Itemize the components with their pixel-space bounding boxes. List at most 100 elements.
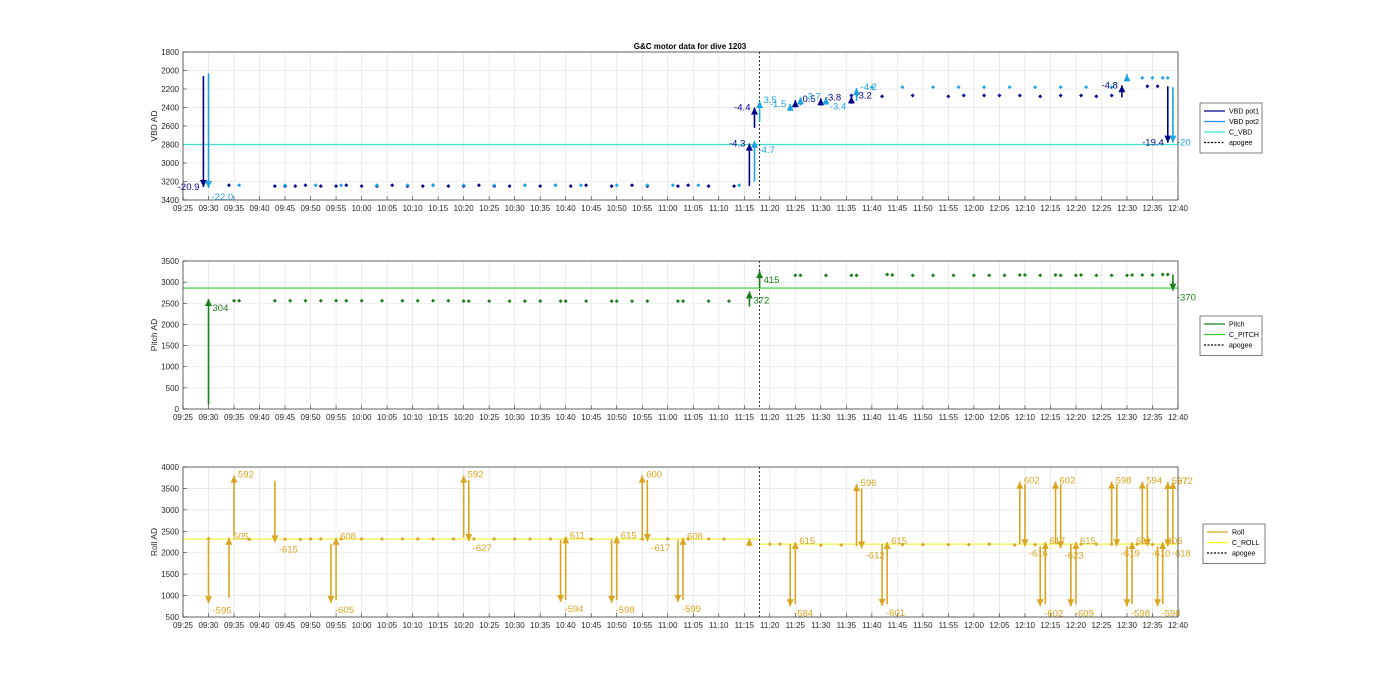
move-label: 608 [687,532,703,543]
x-tick-label: 09:55 [326,204,347,213]
move-label: 615 [891,536,907,547]
x-tick-label: 09:35 [224,413,245,422]
move-label: 600 [646,470,662,481]
x-tick-label: 12:30 [1117,204,1138,213]
move-label: 605 [233,532,249,543]
y-tick-label: 2600 [161,122,179,131]
x-tick-label: 10:30 [505,204,526,213]
x-tick-label: 11:55 [939,621,959,630]
x-tick-label: 12:20 [1066,204,1087,213]
x-tick-label: 10:15 [428,621,449,630]
x-tick-label: 10:20 [454,204,475,213]
legend-label: VBD pot2 [1229,119,1259,126]
x-tick-label: 10:10 [403,413,424,422]
move-label: -598 [616,605,635,616]
x-tick-label: 11:40 [862,204,882,213]
x-tick-label: 09:25 [173,204,194,213]
x-tick-label: 12:35 [1142,621,1163,630]
x-tick-label: 10:45 [581,413,602,422]
move-label: -605 [335,605,354,616]
y-tick-label: 500 [166,384,180,393]
legend-label: apogee [1229,140,1252,147]
y-tick-label: 2200 [161,85,179,94]
y-tick-label: 1000 [161,592,179,601]
x-tick-label: 11:05 [684,621,704,630]
x-tick-label: 10:45 [581,621,602,630]
x-tick-label: 12:30 [1117,413,1138,422]
x-tick-label: 12:00 [964,621,985,630]
x-tick-label: 09:40 [250,413,271,422]
move-label: -594 [565,604,584,615]
x-tick-label: 12:05 [989,204,1010,213]
move-label: -1.5 [770,99,786,110]
move-label: -609 [1075,608,1094,619]
x-tick-label: 10:40 [556,204,577,213]
move-label: 598 [1116,476,1132,487]
x-tick-label: 09:55 [326,621,347,630]
x-tick-label: 09:50 [301,621,322,630]
roll-panel: 500100015002000250030003500400009:25 09:3… [149,463,1266,630]
legend-label: apogee [1229,343,1252,350]
x-tick-label: 10:50 [607,204,628,213]
x-tick-label: 09:25 [173,621,194,630]
move-label: 611 [570,530,585,541]
x-tick-label: 09:45 [275,621,296,630]
x-tick-label: 09:40 [250,204,271,213]
x-tick-label: 09:50 [301,413,322,422]
x-tick-label: 10:15 [428,204,449,213]
x-tick-label: 11:20 [760,413,780,422]
x-tick-label: 10:30 [505,621,526,630]
x-tick-label: 12:25 [1091,621,1112,630]
x-tick-label: 12:20 [1066,621,1087,630]
x-tick-label: 11:10 [709,413,729,422]
x-tick-label: 09:40 [250,621,271,630]
x-tick-label: 12:10 [1015,621,1036,630]
figure-title: G&C motor data for dive 1203 [634,42,747,51]
x-tick-label: 12:35 [1142,413,1163,422]
move-label: 572 [1177,476,1193,487]
x-tick-label: 11:20 [760,204,780,213]
x-tick-label: 09:30 [198,413,219,422]
x-tick-label: 12:25 [1091,413,1112,422]
x-tick-label: 10:25 [479,621,500,630]
x-tick-label: 10:50 [607,413,628,422]
y-tick-label: 3000 [161,278,179,287]
move-label: -4.4 [734,103,750,114]
move-label: -619 [1121,548,1140,559]
x-tick-label: 10:35 [530,621,551,630]
x-tick-label: 10:25 [479,413,500,422]
y-tick-label: 2800 [161,141,179,150]
x-tick-label: 11:25 [786,621,806,630]
x-tick-label: 10:30 [505,413,526,422]
x-tick-label: 10:05 [377,204,398,213]
x-tick-label: 09:55 [326,413,347,422]
plot-area [183,261,1178,409]
x-tick-label: 10:35 [530,413,551,422]
y-tick-label: 2000 [161,549,179,558]
move-label: -617 [651,543,670,554]
x-tick-label: 11:45 [888,204,908,213]
legend-label: apogee [1232,551,1255,558]
move-label: 615 [1080,536,1096,547]
x-tick-label: 12:15 [1040,413,1061,422]
x-tick-label: 11:30 [811,621,831,630]
x-tick-label: 11:05 [684,413,704,422]
x-tick-label: 12:40 [1168,413,1189,422]
x-tick-label: 11:25 [786,413,806,422]
x-tick-label: 11:45 [888,621,908,630]
move-label: 304 [213,303,229,314]
legend: VBD pot1 VBD pot2 C_VBDapogee [1199,102,1263,154]
y-tick-label: 1800 [161,48,179,57]
x-tick-label: 10:55 [632,413,653,422]
x-tick-label: 12:10 [1015,413,1036,422]
legend-label: C_PITCH [1229,332,1259,339]
x-tick-label: 11:35 [837,621,857,630]
move-label: 372 [753,295,769,306]
x-tick-label: 10:45 [581,204,602,213]
move-label: -627 [473,543,492,554]
move-label: -370 [1177,293,1196,304]
move-label: -22.0 [212,192,234,203]
x-tick-label: 11:40 [862,413,882,422]
x-tick-label: 10:50 [607,621,628,630]
move-label: -615 [279,544,298,555]
